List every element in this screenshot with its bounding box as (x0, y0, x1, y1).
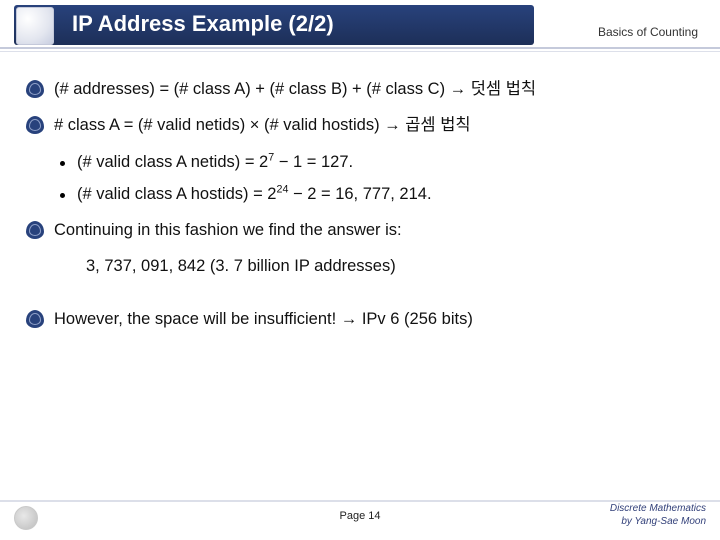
crest-icon (26, 116, 44, 134)
bullet-2: # class A = (# valid netids) × (# valid … (26, 114, 694, 136)
footer: Page 14 Discrete Mathematics by Yang-Sae… (0, 500, 720, 534)
bullet-4-text: However, the space will be insufficient!… (54, 308, 473, 330)
bullet-1-text: (# addresses) = (# class A) + (# class B… (54, 78, 536, 100)
dot-icon (60, 193, 65, 198)
bullet-3: Continuing in this fashion we find the a… (26, 219, 694, 241)
credit-line-2: by Yang-Sae Moon (610, 516, 706, 529)
subbullet-1-text: (# valid class A netids) = 27 − 1 = 127. (77, 151, 353, 173)
sub2-exp: 24 (276, 183, 288, 195)
bullet-4: However, the space will be insufficient!… (26, 308, 694, 330)
header: IP Address Example (2/2) Basics of Count… (0, 3, 720, 51)
crest-icon (26, 221, 44, 239)
bullet-3-text: Continuing in this fashion we find the a… (54, 219, 402, 241)
credit-line-1: Discrete Mathematics (610, 503, 706, 516)
subbullet-2: (# valid class A hostids) = 224 − 2 = 16… (60, 183, 694, 205)
dot-icon (60, 161, 65, 166)
bullet-1: (# addresses) = (# class A) + (# class B… (26, 78, 694, 100)
slide-title: IP Address Example (2/2) (72, 11, 334, 37)
sub1-post: − 1 = 127. (274, 153, 353, 171)
bullet-2-text: # class A = (# valid netids) × (# valid … (54, 114, 471, 136)
header-icon (16, 7, 54, 45)
slide-subtitle: Basics of Counting (598, 25, 698, 39)
footer-credit: Discrete Mathematics by Yang-Sae Moon (610, 503, 706, 528)
subbullet-2-text: (# valid class A hostids) = 224 − 2 = 16… (77, 183, 432, 205)
crest-icon (26, 310, 44, 328)
footer-rule (0, 500, 720, 502)
crest-icon (26, 80, 44, 98)
content: (# addresses) = (# class A) + (# class B… (26, 64, 694, 498)
bullet-3-answer: 3, 737, 091, 842 (3. 7 billion IP addres… (86, 255, 694, 277)
slide: IP Address Example (2/2) Basics of Count… (0, 0, 720, 540)
sub1-pre: (# valid class A netids) = 2 (77, 153, 268, 171)
sub2-pre: (# valid class A hostids) = 2 (77, 185, 276, 203)
sub2-post: − 2 = 16, 777, 214. (288, 185, 431, 203)
subbullet-1: (# valid class A netids) = 27 − 1 = 127. (60, 151, 694, 173)
